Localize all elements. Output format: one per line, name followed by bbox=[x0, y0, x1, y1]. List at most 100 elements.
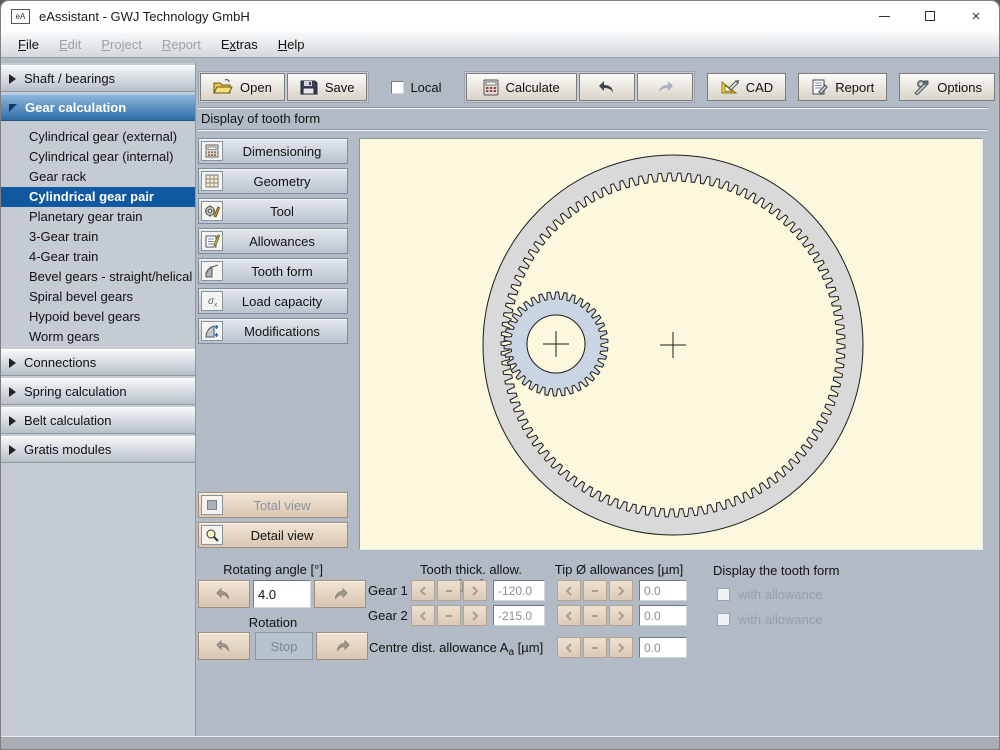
stepper-increase-fast-button[interactable] bbox=[609, 605, 633, 626]
save-button[interactable]: Save bbox=[286, 73, 368, 101]
save-label: Save bbox=[324, 79, 355, 95]
stepper-zero-button[interactable] bbox=[437, 605, 461, 626]
geometry-button[interactable]: Geometry bbox=[198, 168, 348, 194]
centre-dist-input[interactable] bbox=[639, 637, 687, 658]
stepper-increase-fast-button[interactable] bbox=[463, 605, 487, 626]
menu-extras[interactable]: Extras bbox=[212, 33, 267, 56]
sidebar-section-gear-calculation[interactable]: Gear calculation bbox=[1, 94, 195, 121]
modifications-button[interactable]: Modifications bbox=[198, 318, 348, 344]
cad-button[interactable]: CAD bbox=[706, 73, 787, 101]
gear2-tip-input[interactable] bbox=[639, 605, 687, 626]
sidebar-section-label: Shaft / bearings bbox=[24, 71, 116, 86]
dimensioning-label: Dimensioning bbox=[242, 143, 322, 159]
sidebar-section-label: Gear calculation bbox=[25, 100, 127, 115]
chevron-expanded-icon bbox=[9, 103, 17, 112]
sidebar-section-shaft-bearings[interactable]: Shaft / bearings bbox=[1, 65, 195, 92]
stepper-increase-fast-button[interactable] bbox=[609, 637, 633, 658]
svg-text:x: x bbox=[214, 302, 218, 309]
detail-view-button[interactable]: Detail view bbox=[198, 522, 348, 548]
tip-allowances-header: Tip Ø allowances [µm] bbox=[554, 562, 684, 577]
sidebar: Shaft / bearings Gear calculation Cylind… bbox=[1, 63, 196, 749]
sidebar-item-gear-rack[interactable]: Gear rack bbox=[1, 167, 195, 187]
menu-report: Report bbox=[161, 36, 201, 52]
rotate-step-cw-button[interactable] bbox=[314, 580, 366, 608]
geometry-icon bbox=[201, 171, 223, 191]
close-button[interactable]: × bbox=[953, 1, 999, 31]
stepper-decrease-fast-button[interactable] bbox=[557, 580, 581, 601]
sidebar-section-label: Belt calculation bbox=[24, 413, 112, 428]
sidebar-item-planetary-gear-train[interactable]: Planetary gear train bbox=[1, 207, 195, 227]
options-button[interactable]: Options bbox=[899, 73, 996, 101]
gear2-tip-stepper bbox=[557, 605, 633, 626]
tooth-form-button[interactable]: Tooth form bbox=[198, 258, 348, 284]
sidebar-section-label: Connections bbox=[24, 355, 97, 370]
open-button[interactable]: Open bbox=[200, 73, 285, 101]
stepper-decrease-fast-button[interactable] bbox=[557, 637, 581, 658]
rotation-ccw-button[interactable] bbox=[198, 632, 250, 660]
calculate-button[interactable]: Calculate bbox=[465, 73, 577, 101]
maximize-button[interactable] bbox=[907, 1, 953, 31]
load-capacity-button[interactable]: σx Load capacity bbox=[198, 288, 348, 314]
tooth-form-canvas[interactable] bbox=[359, 138, 983, 550]
rotate-step-ccw-button[interactable] bbox=[198, 580, 250, 608]
allowances-button[interactable]: Allowances bbox=[198, 228, 348, 254]
app-icon: eA bbox=[11, 8, 30, 24]
stepper-decrease-fast-button[interactable] bbox=[411, 605, 435, 626]
rotate-cw-icon bbox=[335, 587, 348, 600]
sidebar-item-3-gear-train[interactable]: 3-Gear train bbox=[1, 227, 195, 247]
sidebar-item-worm-gears[interactable]: Worm gears bbox=[1, 327, 195, 347]
app-window: eA eAssistant - GWJ Technology GmbH × Fi… bbox=[0, 0, 1000, 750]
menu-file[interactable]: File bbox=[9, 33, 48, 56]
chevron-right-icon bbox=[9, 73, 16, 84]
allowances-label: Allowances bbox=[249, 233, 315, 249]
undo-icon bbox=[598, 81, 613, 93]
stepper-decrease-fast-button[interactable] bbox=[411, 580, 435, 601]
stepper-increase-fast-button[interactable] bbox=[609, 580, 633, 601]
menu-help[interactable]: Help bbox=[269, 33, 314, 56]
report-button[interactable]: Report bbox=[798, 73, 888, 101]
undo-button[interactable] bbox=[578, 73, 635, 101]
local-checkbox[interactable] bbox=[391, 80, 405, 94]
sidebar-item-cylindrical-gear-internal[interactable]: Cylindrical gear (internal) bbox=[1, 147, 195, 167]
tooth-form-label: Tooth form bbox=[251, 263, 313, 279]
report-icon bbox=[812, 79, 828, 95]
gear1-thick-input[interactable] bbox=[493, 580, 545, 601]
tooth-form-icon bbox=[201, 261, 223, 281]
gear2-thick-stepper bbox=[411, 605, 487, 626]
with-allowance-row-2: with allowance bbox=[717, 612, 823, 627]
stepper-zero-button[interactable] bbox=[583, 580, 607, 601]
stepper-increase-fast-button[interactable] bbox=[463, 580, 487, 601]
sidebar-item-4-gear-train[interactable]: 4-Gear train bbox=[1, 247, 195, 267]
stepper-zero-button[interactable] bbox=[583, 637, 607, 658]
stepper-decrease-fast-button[interactable] bbox=[557, 605, 581, 626]
dimensioning-button[interactable]: Dimensioning bbox=[198, 138, 348, 164]
sidebar-section-belt-calculation[interactable]: Belt calculation bbox=[1, 407, 195, 434]
rotate-ccw-icon bbox=[216, 639, 229, 652]
minimize-button[interactable] bbox=[861, 1, 907, 31]
sidebar-item-cylindrical-gear-external[interactable]: Cylindrical gear (external) bbox=[1, 127, 195, 147]
redo-icon bbox=[658, 81, 673, 93]
cad-label: CAD bbox=[745, 79, 774, 95]
tool-button[interactable]: Tool bbox=[198, 198, 348, 224]
sidebar-section-gratis-modules[interactable]: Gratis modules bbox=[1, 436, 195, 463]
gear1-tip-input[interactable] bbox=[639, 580, 687, 601]
gear2-thick-input[interactable] bbox=[493, 605, 545, 626]
close-icon: × bbox=[971, 7, 981, 25]
sidebar-item-spiral-bevel-gears[interactable]: Spiral bevel gears bbox=[1, 287, 195, 307]
sidebar-section-spring-calculation[interactable]: Spring calculation bbox=[1, 378, 195, 405]
options-tools-icon bbox=[914, 80, 929, 95]
modifications-label: Modifications bbox=[244, 323, 320, 339]
sidebar-item-bevel-gears[interactable]: Bevel gears - straight/helical bbox=[1, 267, 195, 287]
with-allowance-row-1: with allowance bbox=[717, 587, 823, 602]
gear1-tip-stepper bbox=[557, 580, 633, 601]
sidebar-item-hypoid-bevel-gears[interactable]: Hypoid bevel gears bbox=[1, 307, 195, 327]
stepper-zero-button[interactable] bbox=[437, 580, 461, 601]
rotation-cw-button[interactable] bbox=[316, 632, 368, 660]
rotating-angle-input[interactable] bbox=[253, 580, 311, 608]
gear1-thick-stepper bbox=[411, 580, 487, 601]
maximize-icon bbox=[925, 11, 935, 21]
sidebar-section-connections[interactable]: Connections bbox=[1, 349, 195, 376]
toolbar: Open Save Local Calculate CAD Report Opt… bbox=[198, 71, 999, 103]
stepper-zero-button[interactable] bbox=[583, 605, 607, 626]
sidebar-item-cylindrical-gear-pair[interactable]: Cylindrical gear pair bbox=[1, 187, 195, 207]
